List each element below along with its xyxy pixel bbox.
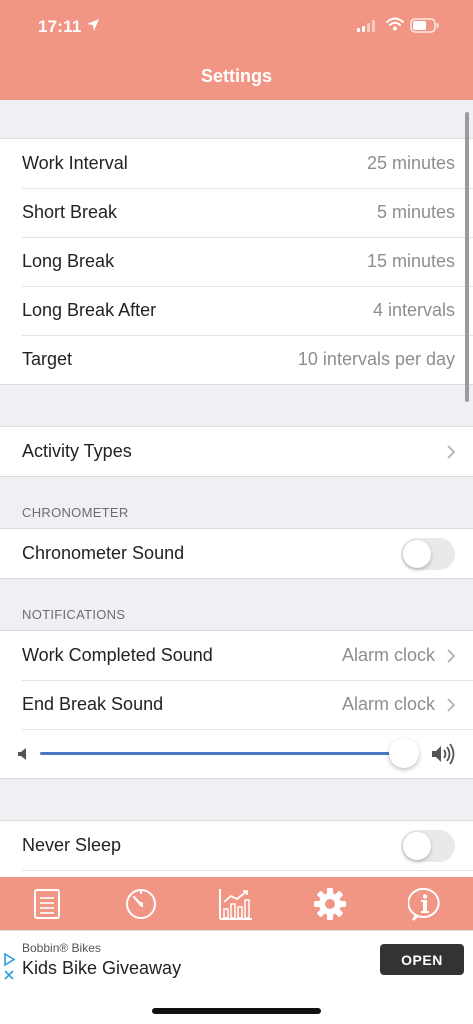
- row-value: 25 minutes: [366, 153, 455, 173]
- tab-list[interactable]: [29, 886, 65, 922]
- chronometer-group: Chronometer Sound: [0, 528, 473, 579]
- tab-stats[interactable]: [218, 886, 254, 922]
- long-break-after-row[interactable]: Long Break After 4 intervals: [0, 286, 473, 335]
- status-bar: 17:11: [0, 0, 473, 54]
- tab-info[interactable]: [407, 886, 443, 922]
- ad-choices-icon[interactable]: [3, 953, 17, 983]
- gear-icon: [314, 888, 346, 920]
- row-label: Long Break: [22, 251, 115, 271]
- row-value: Alarm clock: [341, 694, 435, 714]
- row-label: Target: [22, 349, 73, 369]
- toggle-knob: [403, 539, 431, 568]
- volume-low-icon: [18, 748, 26, 760]
- volume-row: [0, 729, 473, 778]
- volume-slider-fill: [40, 752, 404, 755]
- nav-header: 17:11 Settings: [0, 0, 473, 100]
- location-arrow-icon: [87, 19, 99, 31]
- home-indicator[interactable]: [152, 1008, 321, 1014]
- row-label: Chronometer Sound: [22, 543, 185, 563]
- timer-icon: [126, 889, 156, 919]
- ad-title: Kids Bike Giveaway: [22, 958, 182, 978]
- row-value: 15 minutes: [366, 251, 455, 271]
- volume-high-icon: [432, 743, 455, 765]
- never-sleep-toggle[interactable]: [401, 829, 455, 862]
- row-label: Never Sleep: [22, 835, 122, 855]
- row-label: Activity Types: [22, 441, 132, 461]
- activity-group: Activity Types: [0, 426, 473, 477]
- notifications-group: Work Completed Sound Alarm clock End Bre…: [0, 630, 473, 779]
- end-break-sound-row[interactable]: End Break Sound Alarm clock: [0, 680, 473, 729]
- row-value: 4 intervals: [372, 300, 455, 320]
- row-label: Work Interval: [22, 153, 128, 173]
- work-interval-row[interactable]: Work Interval 25 minutes: [0, 139, 473, 188]
- short-break-row[interactable]: Short Break 5 minutes: [0, 188, 473, 237]
- tab-bar: [0, 877, 473, 930]
- row-label: Long Break After: [22, 300, 157, 320]
- ad-sponsor: Bobbin® Bikes: [22, 941, 101, 955]
- misc-group: Never Sleep: [0, 820, 473, 877]
- chevron-right-icon: [447, 648, 455, 663]
- volume-slider[interactable]: [40, 738, 419, 768]
- scrollbar[interactable]: [465, 112, 469, 402]
- toggle-knob: [403, 831, 431, 860]
- partial-row: [0, 870, 473, 877]
- row-label: Short Break: [22, 202, 118, 222]
- battery-icon: [410, 18, 439, 33]
- long-break-row[interactable]: Long Break 15 minutes: [0, 237, 473, 286]
- target-row[interactable]: Target 10 intervals per day: [0, 335, 473, 384]
- row-value: Alarm clock: [341, 645, 435, 665]
- ad-banner[interactable]: Bobbin® Bikes Kids Bike Giveaway OPEN: [0, 930, 473, 986]
- status-time: 17:11: [38, 17, 82, 36]
- row-value: 10 intervals per day: [297, 349, 455, 369]
- row-value: 5 minutes: [376, 202, 455, 222]
- chronometer-section-header: CHRONOMETER: [22, 505, 129, 520]
- cellular-signal-icon: [357, 20, 375, 32]
- list-icon: [34, 889, 60, 919]
- volume-slider-handle[interactable]: [389, 738, 419, 768]
- page-title: Settings: [200, 66, 272, 86]
- ad-open-button[interactable]: OPEN: [380, 944, 464, 975]
- chevron-right-icon: [447, 444, 455, 459]
- chronometer-sound-row: Chronometer Sound: [0, 529, 473, 578]
- wifi-icon: [386, 17, 404, 31]
- chronometer-sound-toggle[interactable]: [401, 537, 455, 570]
- interval-settings-group: Work Interval 25 minutes Short Break 5 m…: [0, 138, 473, 385]
- info-icon: [408, 887, 440, 921]
- notifications-section-header: NOTIFICATIONS: [22, 607, 126, 622]
- row-label: End Break Sound: [22, 694, 164, 714]
- tab-timer[interactable]: [123, 886, 159, 922]
- activity-types-row[interactable]: Activity Types: [0, 427, 473, 476]
- tab-settings[interactable]: [312, 886, 348, 922]
- row-label: Work Completed Sound: [22, 645, 213, 665]
- never-sleep-row: Never Sleep: [0, 821, 473, 870]
- settings-list[interactable]: Work Interval 25 minutes Short Break 5 m…: [0, 100, 473, 877]
- chevron-right-icon: [447, 697, 455, 712]
- home-indicator-area: [0, 986, 473, 1024]
- chart-icon: [219, 889, 252, 920]
- work-completed-sound-row[interactable]: Work Completed Sound Alarm clock: [0, 631, 473, 680]
